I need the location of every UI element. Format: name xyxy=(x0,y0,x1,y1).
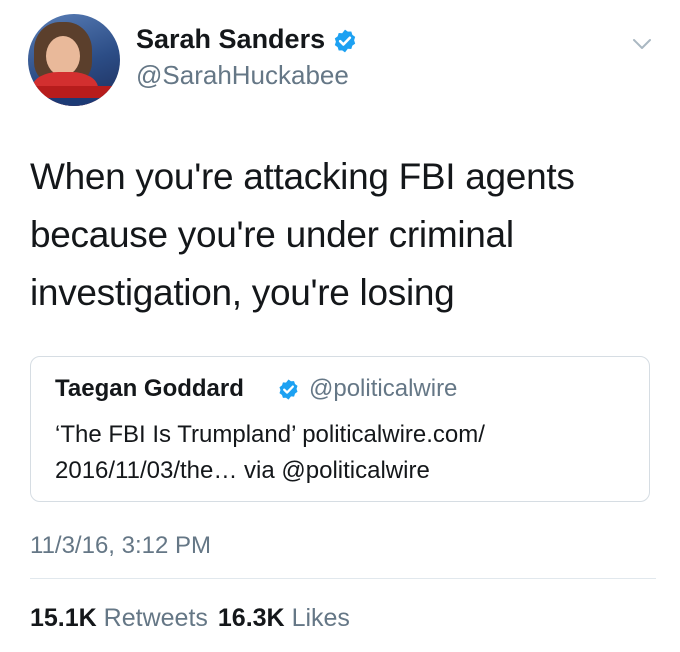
avatar-chyron xyxy=(28,86,120,98)
retweets-label: Retweets xyxy=(103,604,208,632)
quoted-tweet-text: ‘The FBI Is Trumpland’ politicalwire.com… xyxy=(55,421,485,484)
tweet-text: When you're attacking FBI agents because… xyxy=(30,156,575,313)
chevron-down-icon[interactable] xyxy=(630,32,654,56)
avatar-chyron-lower xyxy=(28,98,120,106)
likes-count: 16.3K xyxy=(217,604,285,632)
likes-label: Likes xyxy=(291,604,350,632)
author-display-name[interactable]: Sarah Sanders xyxy=(136,24,325,55)
avatar-face xyxy=(46,36,80,76)
verified-badge-icon xyxy=(334,29,356,53)
quoted-tweet-card[interactable]: Taegan Goddard @politicalwire ‘The FBI I… xyxy=(30,356,650,502)
quoted-author-handle: @politicalwire xyxy=(309,375,458,402)
author-handle[interactable]: @SarahHuckabee xyxy=(136,60,349,91)
divider xyxy=(30,578,656,579)
tweet-timestamp[interactable]: 11/3/16, 3:12 PM xyxy=(30,532,211,560)
retweets-count: 15.1K xyxy=(30,604,97,632)
retweets-stat[interactable]: 15.1K Retweets xyxy=(30,604,208,632)
quoted-verified-badge-icon xyxy=(279,379,298,400)
avatar[interactable] xyxy=(28,14,120,106)
quoted-author-name: Taegan Goddard xyxy=(55,375,244,402)
likes-stat[interactable]: 16.3K Likes xyxy=(218,604,350,632)
engagement-stats: 15.1K Retweets 16.3K Likes xyxy=(30,604,350,633)
